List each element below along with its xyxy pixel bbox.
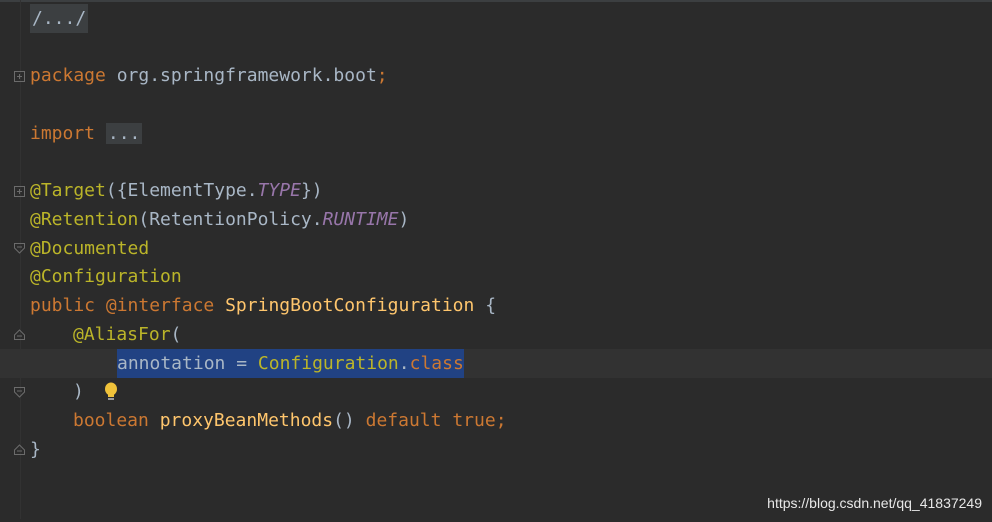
code-line-configuration[interactable]: @Configuration	[0, 262, 992, 340]
keyword-public: public	[30, 295, 96, 316]
selected-text[interactable]: annotation = Configuration.class	[117, 349, 464, 378]
semicolon: ;	[376, 65, 388, 86]
code-text: ({ElementType.	[105, 180, 258, 201]
close-brace: }	[30, 439, 41, 460]
keyword-package: package	[30, 65, 106, 86]
folded-header-comment[interactable]: /.../	[30, 4, 89, 33]
watermark-url: https://blog.csdn.net/qq_41837249	[767, 495, 982, 511]
code-line-1[interactable]: /.../	[0, 4, 992, 82]
fold-end-icon[interactable]	[14, 386, 25, 455]
parens: ()	[333, 410, 355, 431]
code-line-target[interactable]: @Target({ElementType.TYPE})	[0, 176, 992, 254]
code-line-selected[interactable]: annotation = Configuration.class	[0, 349, 992, 400]
keyword-class: class	[409, 353, 464, 374]
close-paren: )	[73, 381, 84, 402]
semicolon: ;	[495, 410, 507, 431]
code-line-documented[interactable]: @Documented	[0, 234, 992, 263]
code-line-retention[interactable]: @Retention(RetentionPolicy.RUNTIME)	[0, 205, 992, 234]
code-line-import[interactable]: import ...	[0, 119, 992, 197]
code-line-close-paren[interactable]: )	[0, 377, 992, 455]
keyword-interface: @interface	[105, 295, 215, 316]
fold-collapse-icon[interactable]	[14, 329, 25, 398]
annotation-configuration: @Configuration	[30, 266, 182, 287]
lightbulb-icon[interactable]	[38, 353, 118, 400]
fold-expand-icon[interactable]	[14, 128, 25, 197]
constant-runtime: RUNTIME	[322, 209, 399, 230]
folded-imports[interactable]: ...	[105, 123, 143, 144]
code-text: annotation =	[117, 353, 258, 374]
open-brace: {	[485, 295, 497, 316]
keyword-boolean: boolean	[73, 410, 149, 431]
open-paren: (	[170, 324, 182, 345]
keyword-import: import	[30, 123, 96, 144]
annotation-documented: @Documented	[30, 238, 150, 259]
code-text: .	[398, 353, 410, 374]
editor-top-border	[0, 0, 992, 2]
fold-collapse-icon[interactable]	[14, 185, 25, 254]
fold-expand-icon[interactable]	[14, 13, 25, 82]
code-text: )	[398, 209, 410, 230]
keyword-true: true	[452, 410, 496, 431]
package-name: org.springframework.boot	[105, 65, 377, 86]
annotation-retention: @Retention	[30, 209, 139, 230]
fold-end-icon[interactable]	[14, 271, 25, 340]
code-text: })	[300, 180, 323, 201]
code-line-aliasfor[interactable]: @AliasFor(	[0, 320, 992, 398]
code-line-package[interactable]: package org.springframework.boot;	[0, 61, 992, 90]
annotation-target: @Target	[30, 180, 106, 201]
code-line-method[interactable]: boolean proxyBeanMethods() default true;	[0, 406, 992, 435]
annotation-ref: Configuration	[257, 353, 399, 374]
annotation-aliasfor: @AliasFor	[73, 324, 171, 345]
method-name: proxyBeanMethods	[159, 410, 334, 431]
interface-name: SpringBootConfiguration	[225, 295, 475, 316]
code-line-interface-decl[interactable]: public @interface SpringBootConfiguratio…	[0, 291, 992, 320]
code-line-close-brace[interactable]: }	[0, 435, 992, 464]
code-text: (RetentionPolicy.	[138, 209, 323, 230]
keyword-default: default	[365, 410, 442, 431]
constant-type: TYPE	[257, 180, 301, 201]
